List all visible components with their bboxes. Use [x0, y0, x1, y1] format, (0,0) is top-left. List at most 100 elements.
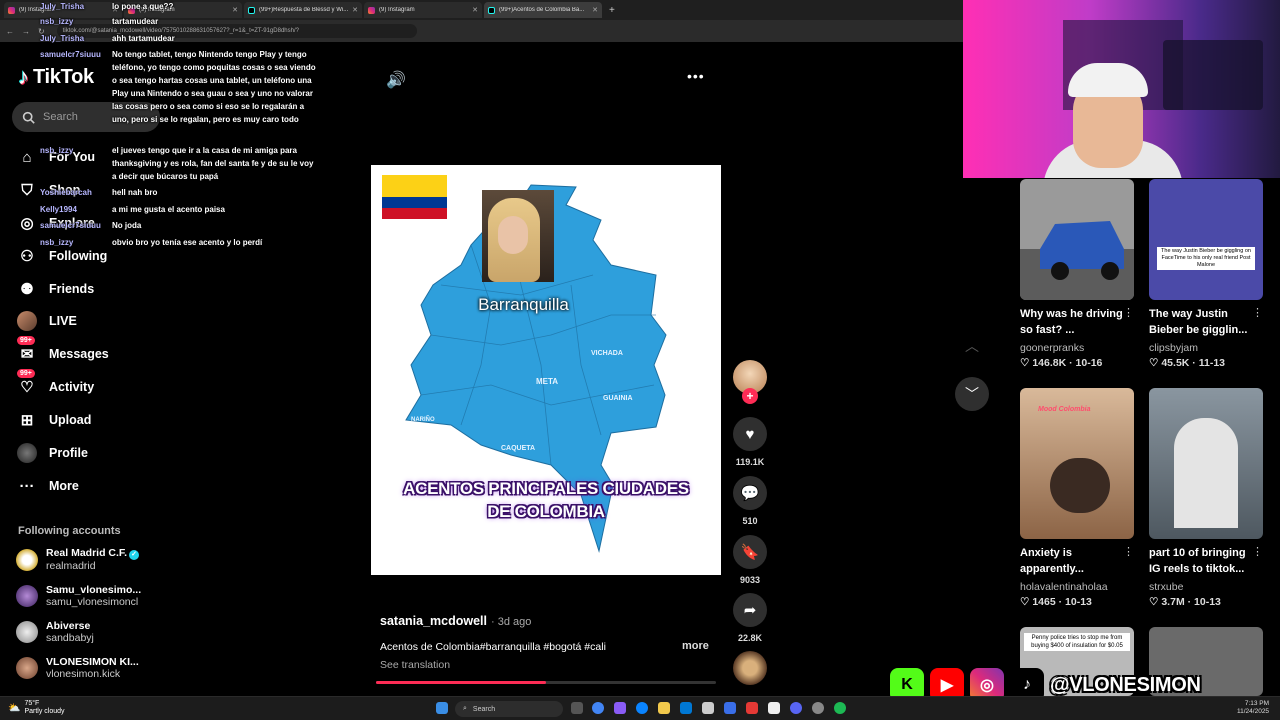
like-button[interactable]: ♥ 119.1K	[733, 417, 767, 467]
video-more-options-icon[interactable]: •••	[687, 68, 705, 84]
heart-icon: ♡	[1020, 596, 1033, 608]
search-icon	[22, 111, 35, 124]
back-icon[interactable]: ←	[6, 27, 14, 36]
volume-icon[interactable]: 🔊	[386, 70, 406, 90]
sidebar-item-friends[interactable]: ⚉ Friends	[17, 279, 94, 299]
share-button[interactable]: ➦ 22.8K	[733, 593, 767, 643]
following-account[interactable]: Samu_vlonesimo... samu_vlonesimoncl	[16, 584, 141, 608]
video-thumbnail[interactable]: The way Justin Bieber be giggling on Fac…	[1149, 179, 1263, 300]
account-avatar	[16, 548, 38, 571]
card-options-icon[interactable]: ⋮	[1123, 545, 1134, 558]
chat-username: Kelly1994	[40, 205, 77, 214]
app-icon[interactable]	[724, 702, 736, 714]
following-account[interactable]: Real Madrid C.F. ✓ realmadrid	[16, 547, 140, 572]
profile-avatar-icon	[17, 443, 37, 463]
app-icon[interactable]	[614, 702, 626, 714]
new-tab-button[interactable]: +	[604, 5, 620, 16]
app-icon[interactable]	[746, 702, 758, 714]
more-icon: ···	[19, 477, 35, 495]
region-label: GUAINIA	[603, 395, 633, 402]
sidebar-item-following[interactable]: ⚇ Following	[17, 246, 107, 266]
previous-video-button[interactable]: ︿	[955, 329, 989, 363]
following-account[interactable]: Abiverse sandbabyj	[16, 620, 94, 644]
card-options-icon[interactable]: ⋮	[1252, 545, 1263, 558]
close-tab-icon[interactable]: ✕	[592, 6, 598, 14]
heart-icon: ♡	[1149, 357, 1162, 369]
system-clock[interactable]: 7:13 PM 11/24/2025	[1237, 700, 1269, 716]
see-translation-link[interactable]: See translation	[380, 659, 450, 671]
caption-more-link[interactable]: more	[682, 640, 709, 652]
card-options-icon[interactable]: ⋮	[1252, 306, 1263, 319]
video-player[interactable]: Barranquilla VICHADA META GUAINIA CAQUET…	[371, 165, 721, 575]
browser-tab-active[interactable]: (99+)Acentos de Colombia Ba... ✕	[484, 2, 602, 18]
browser-tab[interactable]: (9) Instagram ✕	[364, 2, 482, 18]
forward-icon[interactable]: →	[22, 27, 30, 36]
sidebar-item-messages[interactable]: ✉ 99+ Messages	[17, 336, 109, 364]
home-icon: ⌂	[22, 148, 32, 166]
sidebar-item-more[interactable]: ··· More	[17, 476, 79, 496]
video-thumbnail[interactable]	[1149, 388, 1263, 539]
following-account[interactable]: VLONESIMON KI... vlonesimon.kick	[16, 656, 139, 680]
app-icon[interactable]	[702, 702, 714, 714]
thumbnail-caption: The way Justin Bieber be giggling on Fac…	[1157, 247, 1255, 270]
video-card[interactable]: The way Justin Bieber be giggling on Fac…	[1149, 179, 1263, 369]
instagram-icon	[8, 6, 15, 14]
comment-button[interactable]: 💬 510	[733, 476, 767, 526]
account-avatar	[16, 621, 38, 643]
chat-username: nsb_izzy	[40, 146, 74, 155]
close-tab-icon[interactable]: ✕	[352, 6, 358, 14]
video-card[interactable]: part 10 of bringing IG reels to tiktok..…	[1149, 388, 1263, 608]
sidebar-item-live[interactable]: LIVE	[17, 311, 77, 331]
heart-icon: ♡	[1149, 596, 1162, 608]
taskbar-search[interactable]: ⌕ Search	[455, 701, 563, 717]
video-author[interactable]: satania_mcdowell · 3d ago	[380, 614, 531, 628]
heart-icon: ♡	[1020, 357, 1033, 369]
follow-plus-icon[interactable]: +	[742, 388, 758, 404]
spotify-icon[interactable]	[834, 702, 846, 714]
comment-icon: 💬	[733, 476, 767, 510]
card-options-icon[interactable]: ⋮	[1123, 306, 1134, 319]
compass-icon: ◎	[20, 215, 34, 232]
weather-widget[interactable]: ⛅ 75°F Partly cloudy	[8, 700, 65, 716]
edge-icon[interactable]	[636, 702, 648, 714]
windows-start-icon[interactable]	[436, 702, 448, 714]
sidebar-item-activity[interactable]: ♡ 99+ Activity	[17, 369, 94, 397]
shop-icon: ⛉	[21, 181, 33, 199]
app-icon[interactable]	[768, 702, 780, 714]
chat-username: July_Trisha	[40, 34, 85, 43]
video-thumbnail[interactable]	[1020, 179, 1134, 300]
next-video-button[interactable]: ﹀	[955, 377, 989, 411]
save-button[interactable]: 🔖 9033	[733, 535, 767, 585]
chat-text: tartamudear	[112, 17, 159, 26]
chat-text: No joda	[112, 221, 142, 230]
sidebar-item-profile[interactable]: Profile	[17, 443, 88, 463]
video-thumbnail[interactable]: Mood Colombia	[1020, 388, 1134, 539]
tiktok-logo[interactable]: ♪ TikTok	[18, 64, 94, 90]
tiktok-note-icon: ♪	[18, 64, 29, 89]
region-label: NARIÑO	[411, 417, 435, 423]
sound-disc-icon[interactable]	[733, 651, 767, 685]
share-count: 22.8K	[737, 633, 763, 643]
chat-username: July_Trisha	[40, 2, 85, 11]
following-accounts-title: Following accounts	[18, 525, 121, 537]
sidebar-item-upload[interactable]: ⊞ Upload	[17, 410, 92, 430]
chat-text: a mi me gusta el acento paisa	[112, 205, 225, 214]
region-label: META	[536, 377, 559, 386]
account-avatar	[16, 585, 38, 607]
close-tab-icon[interactable]: ✕	[472, 6, 478, 14]
video-card[interactable]: Why was he driving so fast? ... ⋮ goonerp…	[1020, 179, 1134, 369]
chrome-icon[interactable]	[592, 702, 604, 714]
app-icon[interactable]	[812, 702, 824, 714]
video-caption: Acentos de Colombia#barranquilla #bogotá…	[380, 641, 606, 653]
post-time: · 3d ago	[491, 616, 532, 628]
discord-icon[interactable]	[790, 702, 802, 714]
video-title-overlay: DE COLOMBIA	[487, 502, 605, 521]
video-card[interactable]: Mood Colombia Anxiety is apparently... ⋮ …	[1020, 388, 1134, 608]
streamer-handle: @VLONESIMON	[1050, 673, 1201, 696]
region-label: CAQUETA	[501, 445, 536, 452]
file-explorer-icon[interactable]	[658, 702, 670, 714]
account-avatar	[16, 657, 38, 679]
task-view-icon[interactable]	[571, 702, 583, 714]
store-icon[interactable]	[680, 702, 692, 714]
video-progress-bar[interactable]	[376, 681, 716, 684]
